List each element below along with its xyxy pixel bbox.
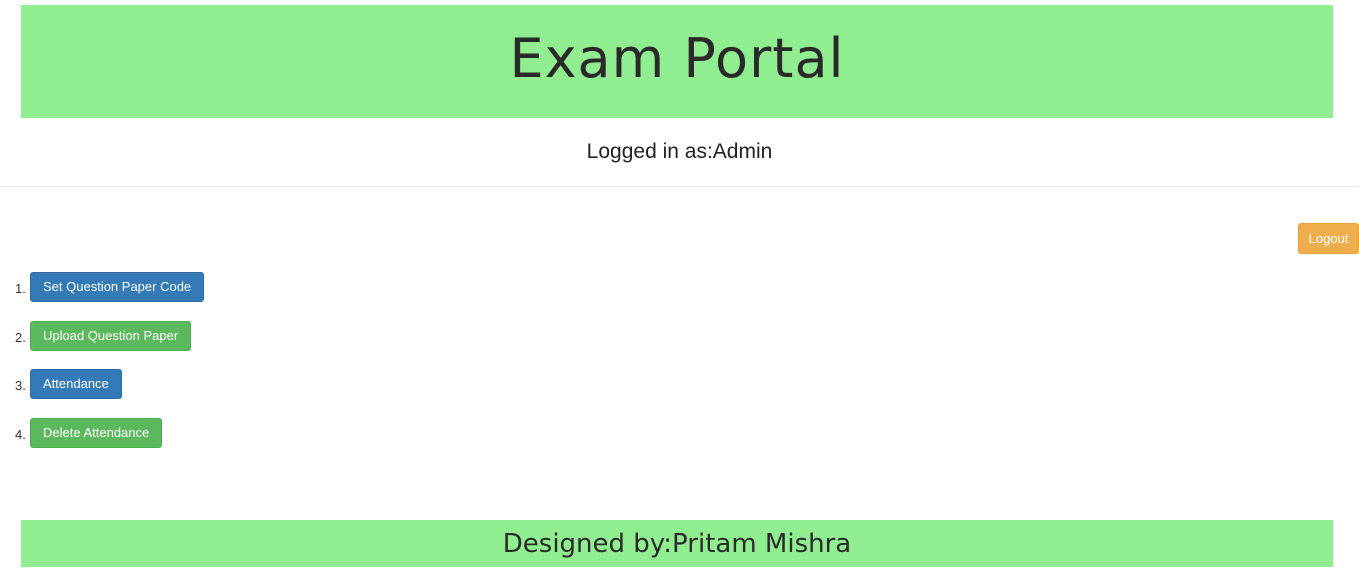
footer-banner: Designed by:Pritam Mishra [21, 520, 1333, 567]
list-item-number: 4. [15, 426, 26, 442]
upload-question-paper-button[interactable]: Upload Question Paper [30, 320, 192, 351]
list-item-number: 2. [15, 329, 26, 345]
attendance-button[interactable]: Attendance [30, 369, 122, 399]
page: Exam Portal Logged in as:Admin Logout 1.… [0, 0, 1359, 574]
page-title: Exam Portal [509, 27, 845, 90]
delete-attendance-button[interactable]: Delete Attendance [30, 417, 163, 448]
login-status: Logged in as:Admin [586, 140, 773, 163]
list-item-number: 1. [15, 281, 26, 296]
logout-button[interactable]: Logout [1298, 223, 1359, 254]
header-banner: Exam Portal [21, 5, 1333, 118]
set-question-paper-code-button[interactable]: Set Question Paper Code [30, 272, 205, 302]
divider [0, 186, 1359, 187]
list-item-number: 3. [15, 378, 26, 393]
footer-credit: Designed by:Pritam Mishra [502, 528, 852, 559]
